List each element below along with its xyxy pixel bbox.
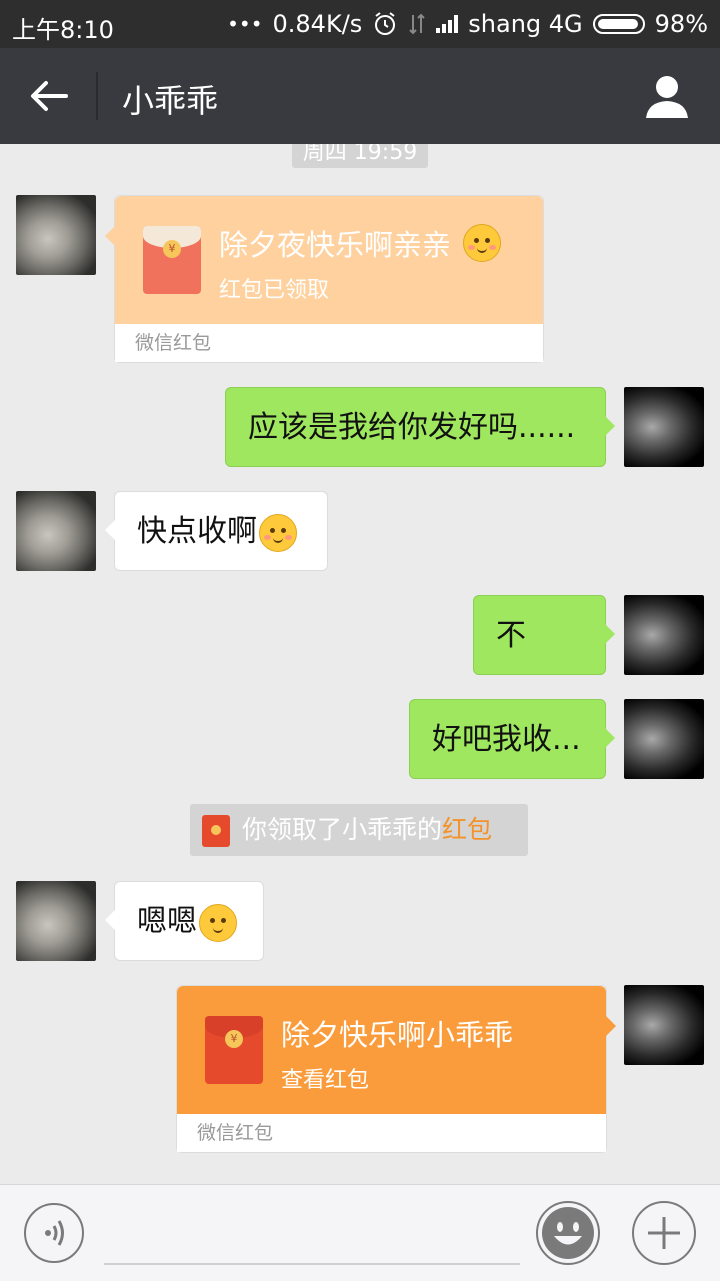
red-packet-title: 除夕快乐啊小乖乖 — [281, 1018, 514, 1052]
alarm-icon — [375, 12, 396, 35]
message-text: 好吧我收... — [432, 722, 581, 757]
voice-toggle-button[interactable] — [24, 1203, 84, 1263]
header-divider — [96, 72, 98, 120]
red-packet-status: 查看红包 — [281, 1068, 370, 1093]
plus-icon — [648, 1217, 680, 1249]
my-avatar[interactable] — [624, 595, 704, 675]
chat-timestamp: 周四 19:59 — [292, 144, 428, 168]
contact-message-bubble[interactable]: 嗯嗯 — [105, 881, 264, 961]
message-input[interactable] — [104, 1263, 520, 1265]
notice-text: 你领取了小乖乖的 — [242, 815, 443, 844]
chat-header: 小乖乖 — [0, 48, 720, 144]
data-transfer-icon — [409, 13, 425, 35]
contact-message-bubble[interactable]: 快点收啊 — [105, 491, 328, 571]
message-text: 嗯嗯 — [137, 904, 197, 939]
my-message-bubble[interactable]: 应该是我给你发好吗...... — [225, 387, 615, 467]
red-packet-link[interactable]: 红包 — [442, 815, 492, 844]
red-packet-status: 红包已领取 — [219, 278, 330, 303]
status-bar: 上午8:10 ••• 0.84K/s shang 4G 98% — [0, 0, 720, 48]
more-actions-button[interactable] — [632, 1201, 696, 1265]
contact-avatar[interactable] — [16, 881, 96, 961]
battery-percent: 98% — [654, 10, 708, 38]
signal-icon — [436, 15, 459, 33]
red-packet-title: 除夕夜快乐啊亲亲 — [219, 228, 452, 262]
red-envelope-icon — [202, 815, 230, 847]
red-packet-footer: 微信红包 — [115, 324, 543, 362]
red-envelope-icon: ¥ — [205, 1016, 263, 1084]
my-avatar[interactable] — [624, 985, 704, 1065]
emoji-button[interactable] — [536, 1201, 600, 1265]
network-speed: 0.84K/s — [272, 10, 363, 38]
battery-icon — [592, 14, 645, 34]
profile-icon[interactable] — [644, 72, 690, 120]
red-packet-sent[interactable]: ¥ 除夕快乐啊小乖乖 查看红包 微信红包 — [176, 985, 616, 1153]
red-envelope-icon: ¥ — [143, 226, 201, 294]
chat-area[interactable]: 周四 19:59 ¥ 除夕夜快乐啊亲亲 红包已领取 微信红包 应该是我给你发好吗… — [0, 144, 720, 1184]
back-arrow-icon[interactable] — [24, 74, 74, 118]
status-right: ••• 0.84K/s shang 4G 98% — [227, 10, 708, 38]
contact-avatar[interactable] — [16, 195, 96, 275]
message-text: 快点收啊 — [137, 514, 257, 549]
smiley-icon — [542, 1207, 594, 1259]
thinking-emoji-icon — [199, 903, 237, 942]
contact-avatar[interactable] — [16, 491, 96, 571]
message-text: 应该是我给你发好吗...... — [248, 410, 576, 445]
more-dots-icon: ••• — [227, 12, 263, 36]
red-packet-received[interactable]: ¥ 除夕夜快乐啊亲亲 红包已领取 微信红包 — [105, 195, 544, 363]
my-message-bubble[interactable]: 不收... — [473, 595, 615, 733]
status-time: 上午8:10 — [12, 16, 114, 44]
blushing-emoji-icon — [259, 513, 297, 552]
carrier-label: shang 4G — [468, 10, 583, 38]
my-message-bubble[interactable]: 好吧我收... — [409, 699, 615, 779]
my-avatar[interactable] — [624, 387, 704, 467]
voice-icon — [45, 1220, 64, 1246]
packet-tail — [606, 1016, 616, 1036]
red-packet-footer: 微信红包 — [177, 1114, 606, 1152]
chat-title: 小乖乖 — [122, 82, 219, 120]
input-bar — [0, 1184, 720, 1281]
system-notice: 你领取了小乖乖的红包 — [190, 804, 528, 856]
my-avatar[interactable] — [624, 699, 704, 779]
kissing-emoji-icon — [463, 224, 501, 262]
